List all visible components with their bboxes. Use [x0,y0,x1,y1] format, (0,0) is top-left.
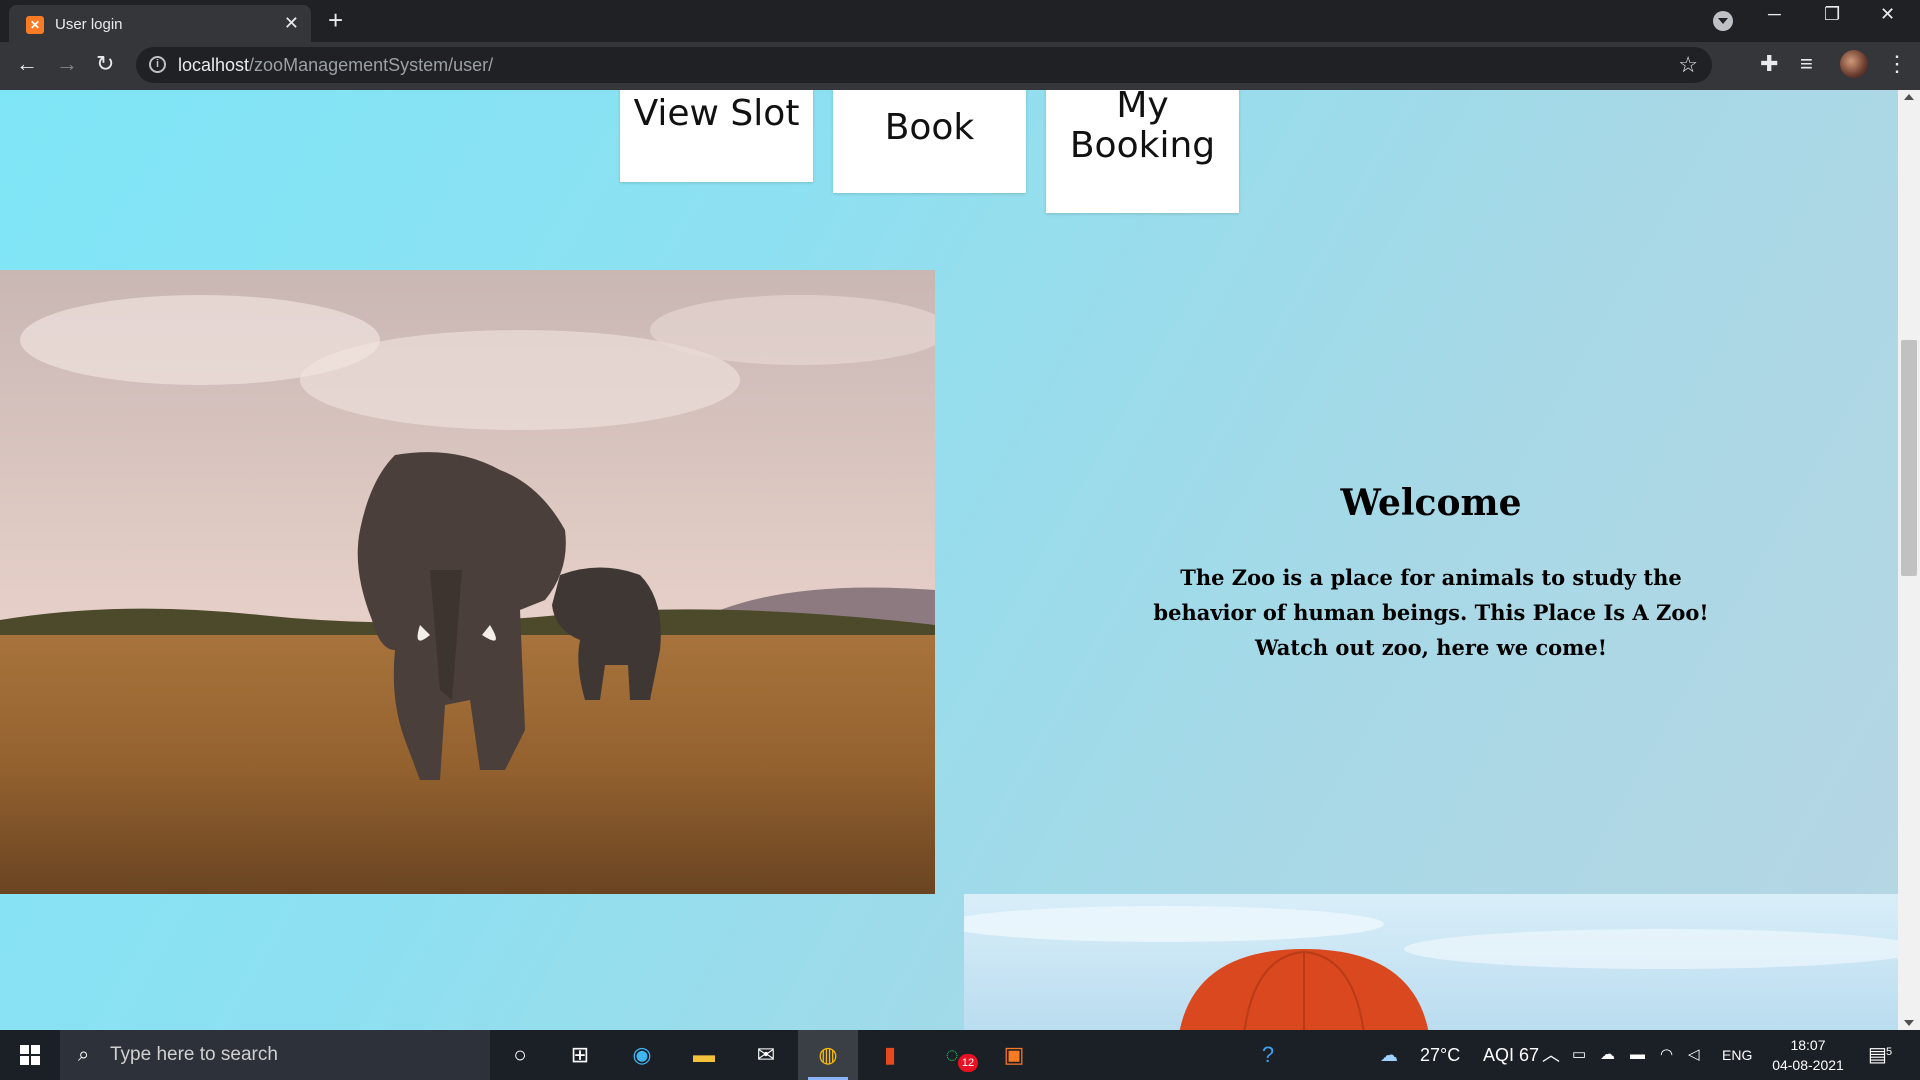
help-icon[interactable]: ? [1238,1030,1298,1080]
whatsapp-icon[interactable]: ◌ 12 [922,1030,982,1080]
my-booking-label-line1: My [1116,90,1169,126]
search-placeholder: Type here to search [110,1044,278,1065]
tab-search-icon[interactable] [1713,11,1733,31]
book-label: Book [884,107,975,148]
scroll-up-arrow-icon[interactable] [1904,94,1914,100]
url-text[interactable]: localhost/zooManagementSystem/user/ [178,55,493,76]
chrome-icon[interactable]: ◍ [798,1030,858,1080]
scroll-thumb[interactable] [1901,340,1917,576]
meet-now-icon[interactable]: ▭ [1572,1030,1586,1080]
notification-count: 5 [1886,1046,1893,1058]
forward-icon[interactable]: → [56,52,78,76]
hot-air-balloon-photo [964,894,1898,1030]
bookmark-star-icon[interactable]: ☆ [1678,52,1698,78]
info-icon[interactable]: i [149,56,166,73]
mail-icon[interactable]: ✉ [736,1030,796,1080]
task-view-icon[interactable]: ⊞ [550,1030,610,1080]
xampp-icon: ✕ [26,16,44,34]
url-host: localhost [178,55,250,75]
whatsapp-badge: 12 [958,1054,978,1072]
address-bar[interactable]: i localhost/zooManagementSystem/user/ ☆ [136,47,1712,83]
url-path: /zooManagementSystem/user/ [249,55,494,75]
extensions-icon[interactable]: ✚ [1760,52,1778,76]
close-window-button[interactable]: ✕ [1880,4,1895,25]
show-hidden-icons-icon[interactable]: ︿ [1542,1030,1560,1080]
my-booking-label-line2: Booking [1069,125,1216,166]
close-tab-icon[interactable]: ✕ [284,13,299,33]
book-button[interactable]: Book [833,90,1026,193]
browser-window: ✕ User login ✕ + ─ ❐ ✕ ← → ↻ i localhost… [0,0,1920,1080]
office-icon[interactable]: ▮ [860,1030,920,1080]
cortana-icon[interactable]: ○ [490,1030,550,1080]
weather-aqi[interactable]: AQI 67 [1483,1030,1539,1080]
notification-center-icon[interactable]: ▤ [1868,1030,1887,1080]
volume-icon[interactable]: ◁ [1688,1030,1700,1080]
minimize-button[interactable]: ─ [1768,4,1781,25]
welcome-paragraph: The Zoo is a place for animals to study … [1153,565,1709,660]
file-explorer-icon[interactable]: ▬ [674,1030,734,1080]
profile-avatar[interactable] [1840,50,1868,78]
browser-toolbar: ← → ↻ i localhost/zooManagementSystem/us… [0,42,1920,90]
restore-button[interactable]: ❐ [1824,4,1840,25]
weather-temperature[interactable]: 27°C [1420,1030,1460,1080]
taskbar-search-box[interactable]: ⌕ Type here to search [60,1030,490,1080]
view-slot-label: View Slot [633,93,800,134]
welcome-heading: Welcome [1340,482,1522,524]
clock-date: 04-08-2021 [1772,1057,1844,1073]
language-indicator[interactable]: ENG [1722,1030,1752,1080]
taskbar-clock[interactable]: 18:07 04-08-2021 [1768,1035,1848,1075]
page-scrollbar[interactable] [1898,90,1920,1030]
web-page: View Slot Book My Booking Welcome The Zo… [0,90,1898,1030]
elephant-photo [0,270,935,894]
search-icon: ⌕ [78,1044,90,1066]
clock-time: 18:07 [1790,1037,1826,1053]
media-control-icon[interactable]: ≡ [1800,52,1813,76]
windows-taskbar: ⌕ Type here to search ○ ⊞ ◉ ▬ ✉ ◍ ▮ ◌ 12 … [0,1030,1920,1080]
tab-user-login[interactable]: ✕ User login ✕ [9,5,311,42]
windows-start-icon[interactable] [20,1045,40,1065]
battery-icon[interactable]: ▬ [1630,1030,1645,1080]
weather-cloud-icon[interactable]: ☁ [1380,1030,1398,1080]
edge-icon[interactable]: ◉ [612,1030,672,1080]
new-tab-button[interactable]: + [328,6,343,34]
scroll-down-arrow-icon[interactable] [1904,1020,1914,1026]
wifi-icon[interactable]: ◠ [1660,1030,1673,1080]
reload-icon[interactable]: ↻ [96,52,114,76]
view-slot-button[interactable]: View Slot [620,90,813,182]
back-icon[interactable]: ← [16,52,38,76]
menu-kebab-icon[interactable]: ⋮ [1886,52,1908,76]
tab-title: User login [55,16,123,33]
tab-strip: ✕ User login ✕ + ─ ❐ ✕ [0,0,1920,42]
onedrive-icon[interactable]: ☁ [1600,1030,1615,1080]
my-booking-button[interactable]: My Booking [1046,90,1239,213]
xampp-icon[interactable]: ▣ [984,1030,1044,1080]
